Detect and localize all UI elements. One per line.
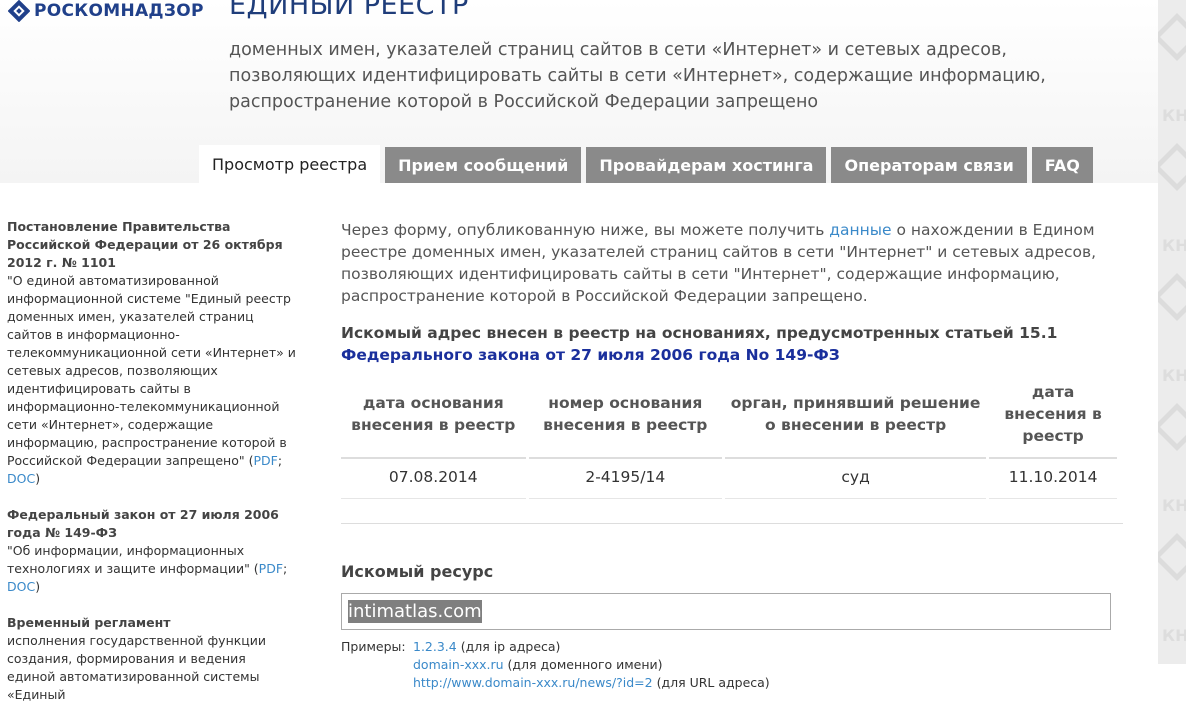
resource-input-value: intimatlas.com [348, 600, 482, 623]
example-ip-link[interactable]: 1.2.3.4 [413, 639, 457, 654]
doc-item: Постановление Правительства Российской Ф… [7, 218, 297, 488]
page-title: ЕДИНЫЙ РЕЕСТР [229, 0, 469, 21]
intro-text: Через форму, опубликованную ниже, вы мож… [341, 221, 1097, 305]
examples: Примеры: 1.2.3.4 (для ip адреса) domain-… [341, 638, 1123, 692]
watermark-diamond-icon [1158, 272, 1186, 322]
doc-item: Федеральный закон от 27 июля 2006 года №… [7, 506, 297, 596]
watermark-diamond-icon [1158, 12, 1186, 62]
example-item: domain-xxx.ru (для доменного имени) [413, 657, 663, 672]
main-tabs: Просмотр реестра Прием сообщений Провайд… [199, 145, 1098, 183]
watermark-strip: КН КН КН КН КН [1158, 0, 1186, 664]
roskomnadzor-logo-icon [8, 0, 30, 22]
column-header: дата внесения в реестр [989, 378, 1117, 459]
watermark-diamond-icon [1158, 402, 1186, 452]
column-header: дата основания внесения в реестр [341, 378, 526, 459]
doc-doc-link[interactable]: DOC [7, 579, 35, 594]
divider [341, 523, 1123, 524]
example-domain-link[interactable]: domain-xxx.ru [413, 657, 504, 672]
table-row: 07.08.2014 2-4195/14 суд 11.10.2014 [341, 459, 1117, 499]
table-cell: 11.10.2014 [989, 459, 1117, 499]
column-header: номер основания внесения в реестр [528, 378, 723, 459]
tab-registry-view[interactable]: Просмотр реестра [199, 145, 381, 183]
basis-text: Искомый адрес внесен в реестр на основан… [341, 324, 1058, 364]
resource-label: Искомый ресурс [341, 562, 494, 581]
doc-pdf-link[interactable]: PDF [253, 453, 277, 468]
table-cell: суд [725, 459, 987, 499]
watermark-diamond-icon [1158, 532, 1186, 582]
doc-item: Временный регламент исполнения государст… [7, 614, 297, 704]
watermark-text: КН [1162, 626, 1186, 645]
table-cell: 2-4195/14 [528, 459, 723, 499]
table-cell: 07.08.2014 [341, 459, 526, 499]
watermark-text: КН [1162, 106, 1186, 125]
examples-label: Примеры: [341, 639, 406, 654]
watermark-text: КН [1162, 496, 1186, 515]
site-header: РОСКОМНАДЗОР ЕДИНЫЙ РЕЕСТР доменных имен… [0, 0, 1158, 183]
watermark-text: КН [1162, 366, 1186, 385]
tab-messages[interactable]: Прием сообщений [385, 147, 582, 183]
tab-faq[interactable]: FAQ [1031, 147, 1093, 183]
example-item: http://www.domain-xxx.ru/news/?id=2 (для… [413, 675, 770, 690]
table-header-row: дата основания внесения в реестр номер о… [341, 378, 1117, 459]
sidebar-documents: Постановление Правительства Российской Ф… [7, 218, 297, 722]
logo-text: РОСКОМНАДЗОР [34, 1, 204, 21]
column-header: орган, принявший решение о внесении в ре… [725, 378, 987, 459]
watermark-text: КН [1162, 236, 1186, 255]
example-url-link[interactable]: http://www.domain-xxx.ru/news/?id=2 [413, 675, 653, 690]
data-link[interactable]: данные [829, 221, 891, 239]
doc-description: исполнения государственной функции созда… [7, 633, 267, 702]
doc-title: Федеральный закон от 27 июля 2006 года №… [7, 507, 279, 540]
doc-title[interactable]: Временный регламент [7, 614, 297, 632]
watermark-diamond-icon [1158, 142, 1186, 192]
page-subtitle: доменных имен, указателей страниц сайтов… [229, 40, 1046, 112]
doc-description: "Об информации, информационных технологи… [7, 543, 288, 594]
doc-title: Постановление Правительства Российской Ф… [7, 219, 283, 270]
doc-description: "О единой автоматизированной информацион… [7, 273, 296, 486]
logo[interactable]: РОСКОМНАДЗОР [8, 0, 204, 22]
tab-hosting-providers[interactable]: Провайдерам хостинга [586, 147, 827, 183]
federal-law-link[interactable]: Федерального закона от 27 июля 2006 года… [341, 346, 840, 364]
resource-input[interactable]: intimatlas.com [341, 593, 1111, 630]
examples-list: 1.2.3.4 (для ip адреса) domain-xxx.ru (д… [413, 638, 770, 692]
result-table: дата основания внесения в реестр номер о… [338, 378, 1120, 499]
tab-telecom-operators[interactable]: Операторам связи [831, 147, 1027, 183]
example-item: 1.2.3.4 (для ip адреса) [413, 639, 561, 654]
main-content: Через форму, опубликованную ниже, вы мож… [341, 219, 1123, 692]
doc-doc-link[interactable]: DOC [7, 471, 35, 486]
doc-pdf-link[interactable]: PDF [259, 561, 283, 576]
